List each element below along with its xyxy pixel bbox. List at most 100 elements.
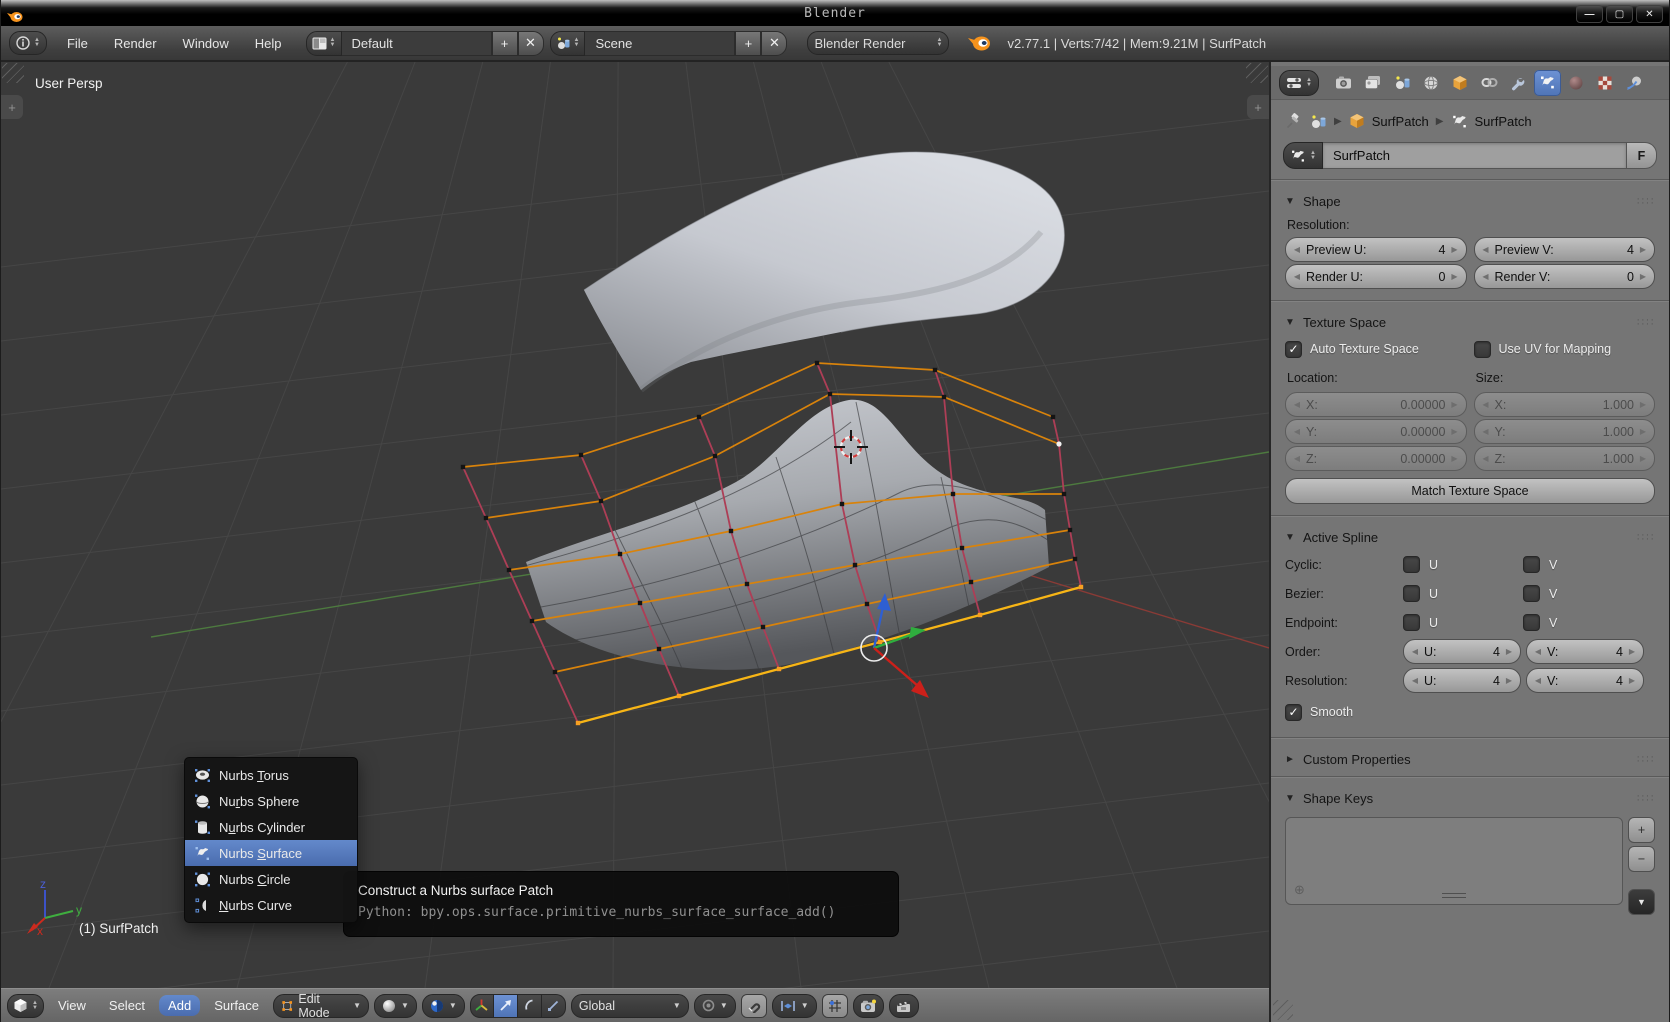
endpoint-u-checkbox[interactable] <box>1403 614 1420 631</box>
texspace-loc-y-field[interactable]: ◀Y: 0.00000▶ <box>1285 419 1467 444</box>
list-filter-icon[interactable]: ⊕ <box>1294 882 1305 898</box>
mode-dropdown[interactable]: Edit Mode ▼ <box>273 994 369 1018</box>
properties-shelf-expand-tab[interactable]: + <box>1247 95 1269 119</box>
3d-viewport[interactable]: User Persp + + z y x (1) SurfPatch <box>1 62 1271 1022</box>
viewport-shading-dropdown[interactable]: ▼ <box>374 994 417 1018</box>
order-v-field[interactable]: ◀V: 4▶ <box>1526 639 1644 664</box>
vp-menu-view[interactable]: View <box>49 995 95 1016</box>
panel-grip-icon[interactable]: ········ <box>1631 533 1655 541</box>
snap-magnet-button[interactable] <box>741 994 767 1018</box>
match-texture-space-button[interactable]: Match Texture Space <box>1285 478 1655 504</box>
panel-grip-icon[interactable]: ········ <box>1631 755 1655 763</box>
close-button[interactable]: ✕ <box>1636 5 1663 23</box>
screen-layout-add-button[interactable]: + <box>492 31 518 56</box>
menu-render[interactable]: Render <box>114 36 157 51</box>
smooth-checkbox[interactable]: ✓ <box>1285 704 1302 721</box>
cyclic-u-checkbox[interactable] <box>1403 556 1420 573</box>
spline-resolution-u-field[interactable]: ◀U: 4▶ <box>1403 668 1521 693</box>
shape-key-add-button[interactable]: + <box>1628 817 1655 843</box>
area-corner-grip[interactable] <box>2 63 24 83</box>
screen-layout-delete-button[interactable]: ✕ <box>518 31 544 56</box>
shape-keys-list[interactable]: ⊕ <box>1285 817 1623 905</box>
panel-shape-keys-header[interactable]: ▼ Shape Keys ········ <box>1285 785 1655 811</box>
breadcrumb-data-name[interactable]: SurfPatch <box>1475 114 1532 129</box>
render-v-field[interactable]: ◀Render V: 0▶ <box>1474 264 1656 289</box>
datablock-name-input[interactable]: SurfPatch <box>1323 142 1627 169</box>
datablock-browse-button[interactable]: ▲▼ <box>1283 142 1323 169</box>
texspace-size-x-field[interactable]: ◀X: 1.000▶ <box>1474 392 1656 417</box>
tab-material[interactable] <box>1563 70 1590 96</box>
scene-add-button[interactable]: + <box>735 31 761 56</box>
screen-layout-name-field[interactable]: Default <box>342 31 492 56</box>
vp-menu-add[interactable]: Add <box>159 995 200 1016</box>
manipulator-scale-button[interactable] <box>542 994 566 1018</box>
proportional-edit-dropdown[interactable]: ▼ <box>694 994 736 1018</box>
auto-texture-space-checkbox[interactable]: ✓ <box>1285 341 1302 358</box>
editor-type-selector-info[interactable]: ▲▼ <box>9 31 47 55</box>
panel-grip-icon[interactable]: ········ <box>1631 794 1655 802</box>
tab-constraints[interactable] <box>1476 70 1503 96</box>
menu-item-nurbs-torus[interactable]: Nurbs Torus <box>185 762 357 788</box>
transform-orientation-dropdown[interactable]: Global ▼ <box>571 994 689 1018</box>
scene-browse-button[interactable]: ▲▼ <box>550 31 586 56</box>
panel-shape-header[interactable]: ▼ Shape ········ <box>1285 188 1655 214</box>
menu-item-nurbs-curve[interactable]: Nurbs Curve <box>185 892 357 918</box>
preview-v-field[interactable]: ◀Preview V: 4▶ <box>1474 237 1656 262</box>
opengl-render-still-button[interactable] <box>853 994 884 1018</box>
scene-icon[interactable] <box>1310 114 1327 129</box>
texspace-size-y-field[interactable]: ◀Y: 1.000▶ <box>1474 419 1656 444</box>
spline-resolution-v-field[interactable]: ◀V: 4▶ <box>1526 668 1644 693</box>
3d-scene-area[interactable]: User Persp + + z y x (1) SurfPatch <box>1 62 1269 988</box>
manipulator-rotate-button[interactable] <box>518 994 542 1018</box>
maximize-button[interactable]: ▢ <box>1606 5 1633 23</box>
texspace-loc-z-field[interactable]: ◀Z: 0.00000▶ <box>1285 446 1467 471</box>
texspace-loc-x-field[interactable]: ◀X: 0.00000▶ <box>1285 392 1467 417</box>
menu-item-nurbs-cylinder[interactable]: Nurbs Cylinder <box>185 814 357 840</box>
shape-key-remove-button[interactable]: − <box>1628 846 1655 872</box>
texspace-size-z-field[interactable]: ◀Z: 1.000▶ <box>1474 446 1656 471</box>
panel-custom-properties-header[interactable]: ► Custom Properties ········ <box>1285 746 1655 772</box>
vp-menu-select[interactable]: Select <box>100 995 154 1016</box>
scene-delete-button[interactable]: ✕ <box>761 31 787 56</box>
manipulator-translate-button[interactable] <box>494 994 518 1018</box>
scene-name-field[interactable]: Scene <box>585 31 735 56</box>
panel-active-spline-header[interactable]: ▼ Active Spline ········ <box>1285 524 1655 550</box>
area-corner-grip[interactable] <box>1246 63 1268 83</box>
list-resize-grip[interactable] <box>1442 893 1466 898</box>
menu-item-nurbs-circle[interactable]: Nurbs Circle <box>185 866 357 892</box>
bezier-v-checkbox[interactable] <box>1523 585 1540 602</box>
menu-window[interactable]: Window <box>183 36 229 51</box>
bezier-u-checkbox[interactable] <box>1403 585 1420 602</box>
menu-item-nurbs-sphere[interactable]: Nurbs Sphere <box>185 788 357 814</box>
minimize-button[interactable]: — <box>1576 5 1603 23</box>
manipulator-axes-icon[interactable] <box>470 994 494 1018</box>
fake-user-button[interactable]: F <box>1627 142 1657 169</box>
preview-u-field[interactable]: ◀Preview U: 4▶ <box>1285 237 1467 262</box>
tab-object-data[interactable] <box>1534 70 1561 96</box>
tab-world[interactable] <box>1418 70 1445 96</box>
tab-render[interactable] <box>1331 70 1358 96</box>
pin-icon[interactable] <box>1285 112 1303 130</box>
opengl-render-anim-button[interactable] <box>889 994 919 1018</box>
pivot-point-dropdown[interactable]: ▼ <box>422 994 465 1018</box>
endpoint-v-checkbox[interactable] <box>1523 614 1540 631</box>
render-u-field[interactable]: ◀Render U: 0▶ <box>1285 264 1467 289</box>
use-uv-mapping-checkbox[interactable] <box>1474 341 1491 358</box>
tab-scene[interactable] <box>1389 70 1416 96</box>
panel-texture-space-header[interactable]: ▼ Texture Space ········ <box>1285 309 1655 335</box>
breadcrumb-object-name[interactable]: SurfPatch <box>1372 114 1429 129</box>
shape-key-specials-button[interactable]: ▼ <box>1628 889 1655 915</box>
vp-menu-surface[interactable]: Surface <box>205 995 268 1016</box>
editor-type-selector-3dview[interactable]: ▲▼ <box>7 994 44 1018</box>
panel-grip-icon[interactable]: ········ <box>1631 197 1655 205</box>
snap-element-dropdown[interactable]: ▼ <box>772 994 817 1018</box>
menu-file[interactable]: File <box>67 36 88 51</box>
tab-modifiers[interactable] <box>1505 70 1532 96</box>
tab-texture[interactable] <box>1592 70 1619 96</box>
tab-physics[interactable] <box>1621 70 1648 96</box>
cyclic-v-checkbox[interactable] <box>1523 556 1540 573</box>
snap-grid-button[interactable] <box>822 994 848 1018</box>
order-u-field[interactable]: ◀U: 4▶ <box>1403 639 1521 664</box>
tab-render-layers[interactable] <box>1360 70 1387 96</box>
menu-help[interactable]: Help <box>255 36 282 51</box>
